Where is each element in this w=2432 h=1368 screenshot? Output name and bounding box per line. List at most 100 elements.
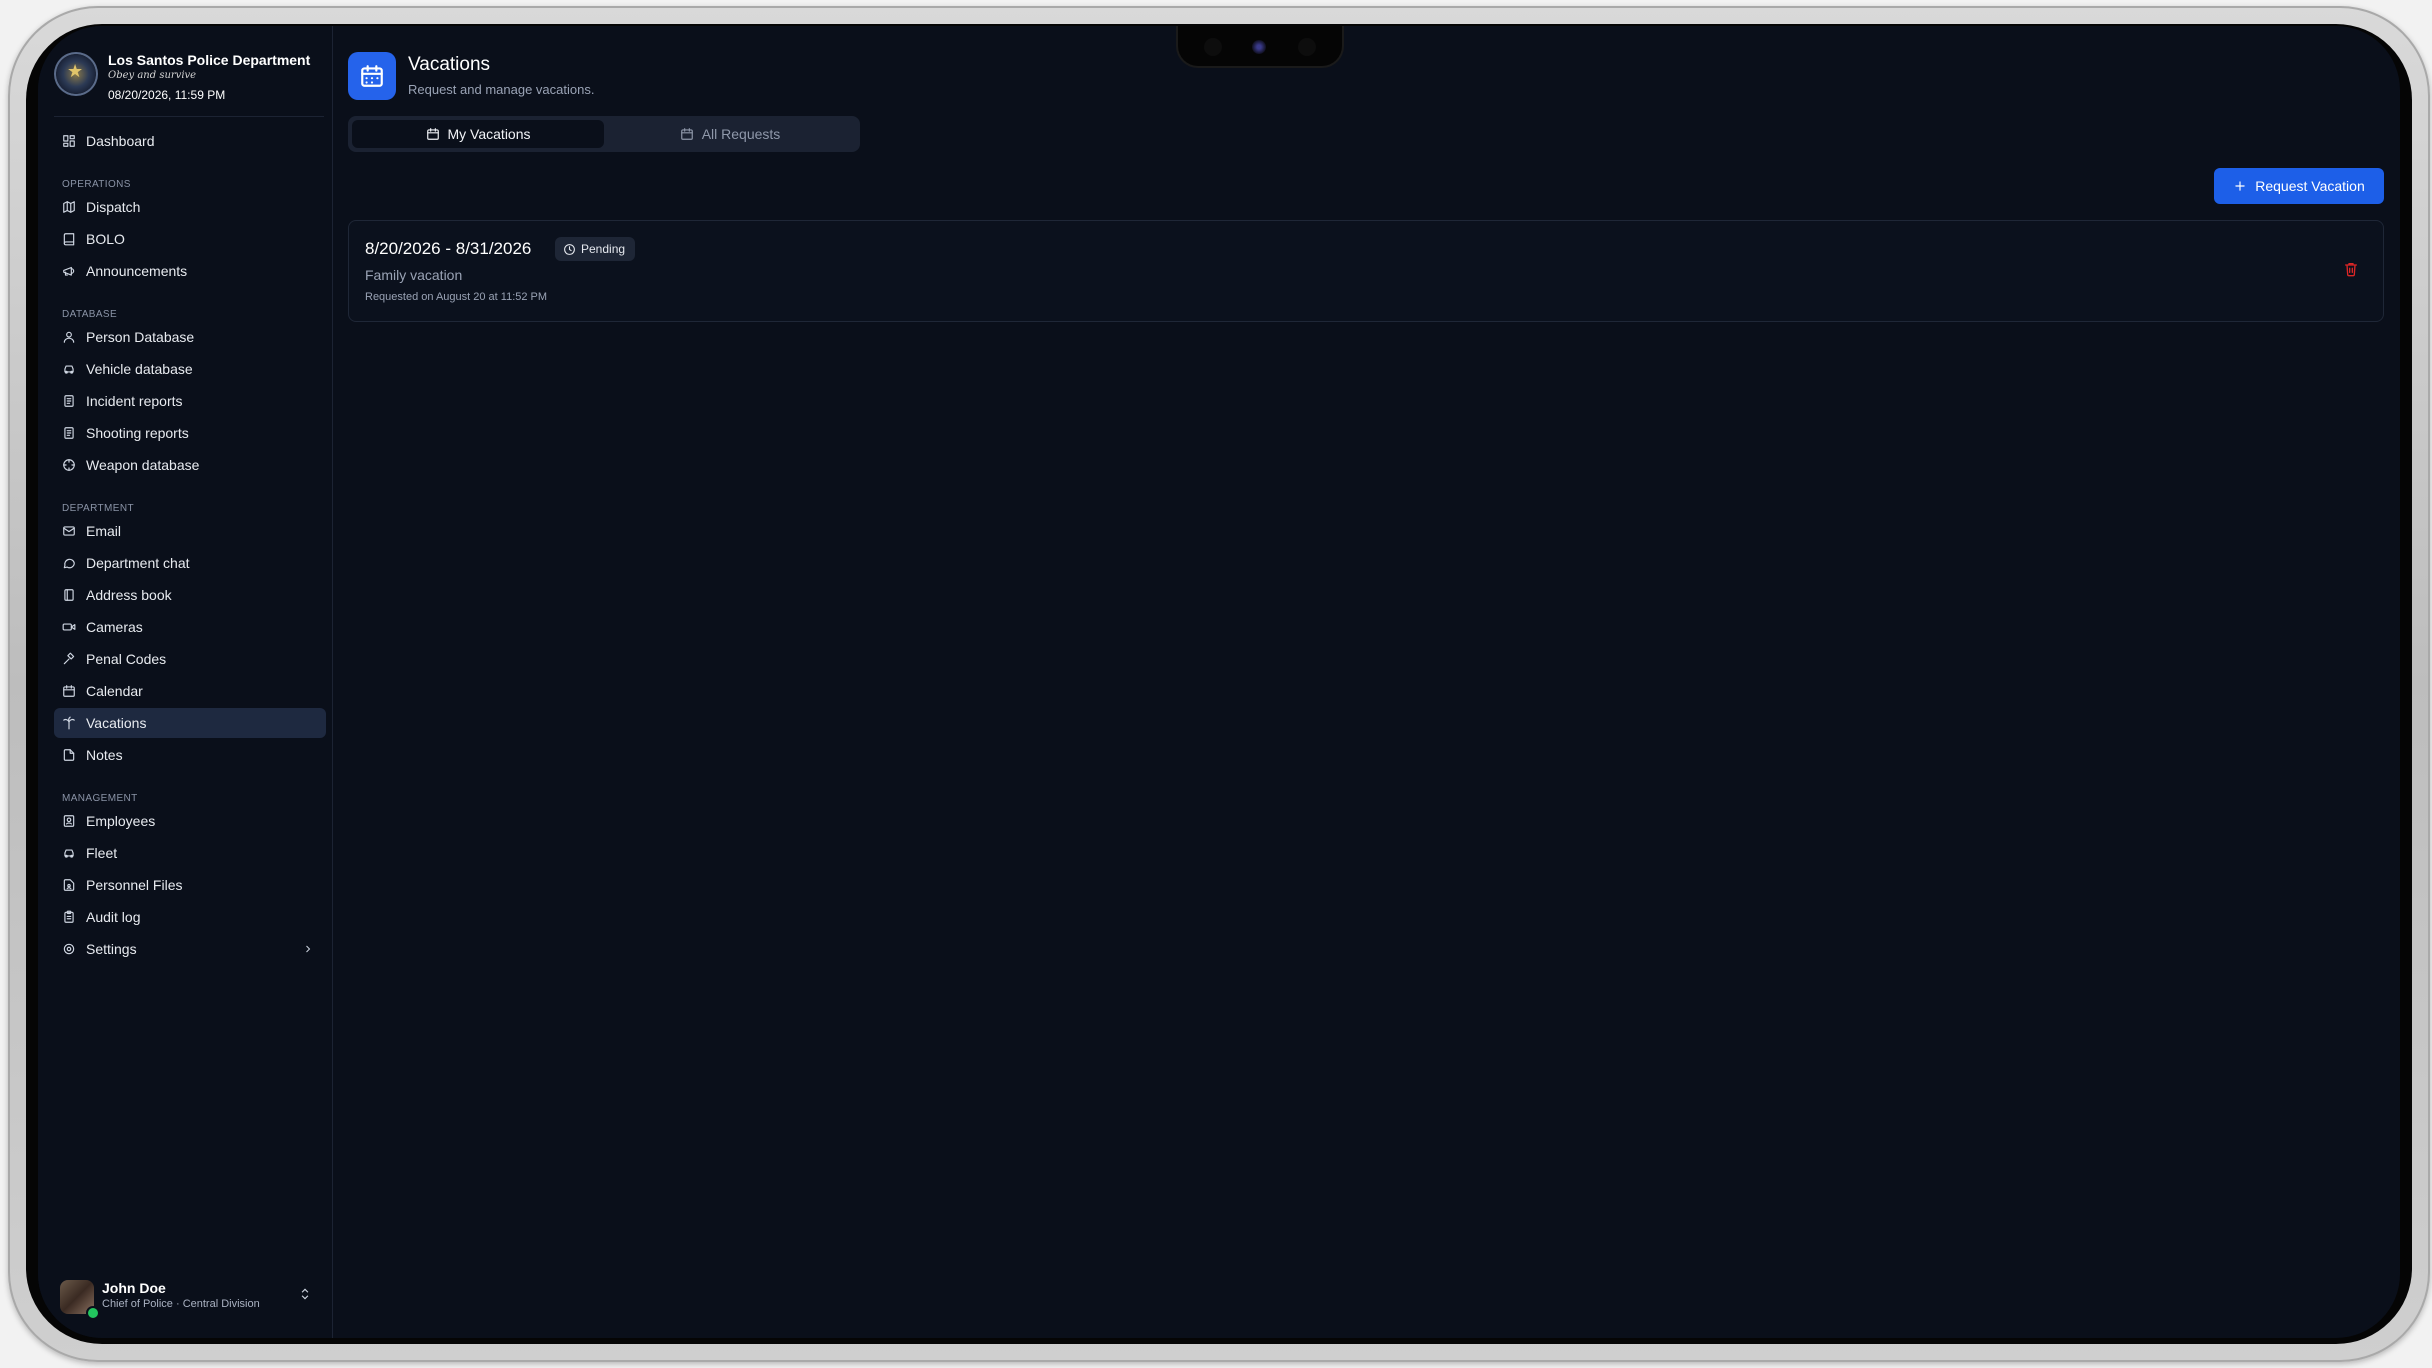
sidebar-item-audit-log[interactable]: Audit log [54, 902, 326, 932]
chat-bubble-icon [62, 556, 76, 570]
mail-icon [62, 524, 76, 538]
section-label-management: MANAGEMENT [62, 793, 138, 804]
request-vacation-button[interactable]: Request Vacation [2214, 168, 2384, 204]
page-subtitle: Request and manage vacations. [408, 82, 595, 97]
video-camera-icon [62, 620, 76, 634]
plus-icon [2235, 181, 2245, 191]
sidebar-item-label: Dispatch [86, 199, 141, 215]
note-icon [62, 748, 76, 762]
sidebar-item-label: BOLO [86, 231, 125, 247]
sidebar-item-notes[interactable]: Notes [54, 740, 326, 770]
car-icon [62, 362, 76, 376]
page-title: Vacations [408, 54, 491, 75]
sidebar-item-department-chat[interactable]: Department chat [54, 548, 326, 578]
sidebar-item-label: Announcements [86, 263, 188, 279]
palm-tree-icon [62, 716, 76, 730]
camera-lens [1252, 40, 1266, 54]
sidebar-item-bolo[interactable]: BOLO [54, 224, 326, 254]
sidebar-item-label: Employees [86, 813, 156, 829]
tab-all-requests[interactable]: All Requests [604, 120, 856, 148]
sidebar-item-cameras[interactable]: Cameras [54, 612, 326, 642]
file-user-icon [62, 878, 76, 892]
user-menu[interactable]: John Doe Chief of Police · Central Divis… [56, 1278, 326, 1320]
tab-label: All Requests [701, 126, 781, 142]
button-label: Request Vacation [2255, 178, 2365, 194]
department-badge-logo [56, 54, 96, 94]
sidebar-item-label: Personnel Files [86, 877, 183, 893]
sidebar-item-employees[interactable]: Employees [54, 806, 326, 836]
report-icon [62, 394, 76, 408]
trash-icon[interactable] [2343, 261, 2359, 282]
status-badge: Pending [555, 237, 636, 261]
calendar-icon [426, 128, 439, 140]
sidebar-item-label: Calendar [86, 683, 143, 699]
vacation-request-card: 8/20/2026 - 8/31/2026 Pending Family vac… [348, 220, 2384, 322]
chevron-up-down-icon[interactable] [298, 1286, 312, 1307]
camera-notch [1176, 26, 1344, 68]
sidebar-item-fleet[interactable]: Fleet [54, 838, 326, 868]
report-icon [62, 426, 76, 440]
megaphone-icon [62, 264, 76, 278]
sidebar-item-address-book[interactable]: Address book [54, 580, 326, 610]
status-label: Pending [581, 242, 626, 256]
user-role: Chief of Police · Central Division [102, 1298, 260, 1310]
current-datetime: 08/20/2026, 11:59 PM [108, 88, 226, 102]
sidebar-item-label: Vacations [86, 715, 147, 731]
sensor-dot [1204, 38, 1222, 56]
department-name: Los Santos Police Department [108, 52, 311, 68]
clock-icon [564, 243, 575, 255]
sidebar-item-label: Address book [86, 587, 172, 603]
sidebar-item-vacations[interactable]: Vacations [54, 708, 326, 738]
sidebar-item-label: Fleet [86, 845, 118, 861]
car-icon [62, 846, 76, 860]
requested-timestamp: Requested on August 20 at 11:52 PM [365, 291, 548, 303]
sidebar-item-settings[interactable]: Settings [54, 934, 326, 964]
calendar-icon [62, 684, 76, 698]
sidebar-item-label: Dashboard [86, 133, 155, 149]
section-label-operations: OPERATIONS [62, 179, 131, 190]
sidebar-item-label: Weapon database [86, 457, 200, 473]
section-label-database: DATABASE [62, 309, 118, 320]
section-label-department: DEPARTMENT [62, 503, 134, 514]
sidebar-item-label: Email [86, 523, 122, 539]
sidebar-item-email[interactable]: Email [54, 516, 326, 546]
sidebar-item-label: Vehicle database [86, 361, 193, 377]
sidebar-nav: Dashboard OPERATIONS Dispatch BOLO Annou… [54, 124, 326, 966]
sidebar-item-announcements[interactable]: Announcements [54, 256, 326, 286]
sidebar-item-label: Person Database [86, 329, 195, 345]
sidebar-item-label: Audit log [86, 909, 141, 925]
sidebar-item-person-database[interactable]: Person Database [54, 322, 326, 352]
sidebar-divider [54, 116, 324, 117]
sidebar-item-label: Incident reports [86, 393, 183, 409]
vacation-tabs: My Vacations All Requests [348, 116, 860, 152]
clipboard-icon [62, 910, 76, 924]
sidebar-item-label: Penal Codes [86, 651, 167, 667]
main-content: Vacations Request and manage vacations. … [332, 26, 2400, 1338]
calendar-icon [680, 128, 693, 140]
tab-my-vacations[interactable]: My Vacations [352, 120, 604, 148]
sidebar-item-calendar[interactable]: Calendar [54, 676, 326, 706]
sidebar-item-label: Cameras [86, 619, 143, 635]
brand-header[interactable]: Los Santos Police Department Obey and su… [56, 46, 326, 106]
sidebar-item-dashboard[interactable]: Dashboard [54, 126, 326, 156]
book-icon [62, 232, 76, 246]
sidebar-item-incident-reports[interactable]: Incident reports [54, 386, 326, 416]
dashboard-icon [62, 134, 76, 148]
sidebar: Los Santos Police Department Obey and su… [38, 26, 333, 1338]
map-icon [62, 200, 76, 214]
sidebar-item-label: Shooting reports [86, 425, 189, 441]
id-card-icon [62, 814, 76, 828]
sidebar-item-personnel-files[interactable]: Personnel Files [54, 870, 326, 900]
app-screen: Los Santos Police Department Obey and su… [38, 26, 2400, 1338]
crosshair-icon [62, 458, 76, 472]
sidebar-item-weapon-database[interactable]: Weapon database [54, 450, 326, 480]
address-book-icon [62, 588, 76, 602]
sidebar-item-penal-codes[interactable]: Penal Codes [54, 644, 326, 674]
sidebar-item-label: Notes [86, 747, 123, 763]
sidebar-item-vehicle-database[interactable]: Vehicle database [54, 354, 326, 384]
user-name: John Doe [102, 1280, 166, 1296]
vacation-dates: 8/20/2026 - 8/31/2026 [365, 239, 532, 258]
sidebar-item-shooting-reports[interactable]: Shooting reports [54, 418, 326, 448]
sidebar-item-dispatch[interactable]: Dispatch [54, 192, 326, 222]
sidebar-item-label: Department chat [86, 555, 190, 571]
